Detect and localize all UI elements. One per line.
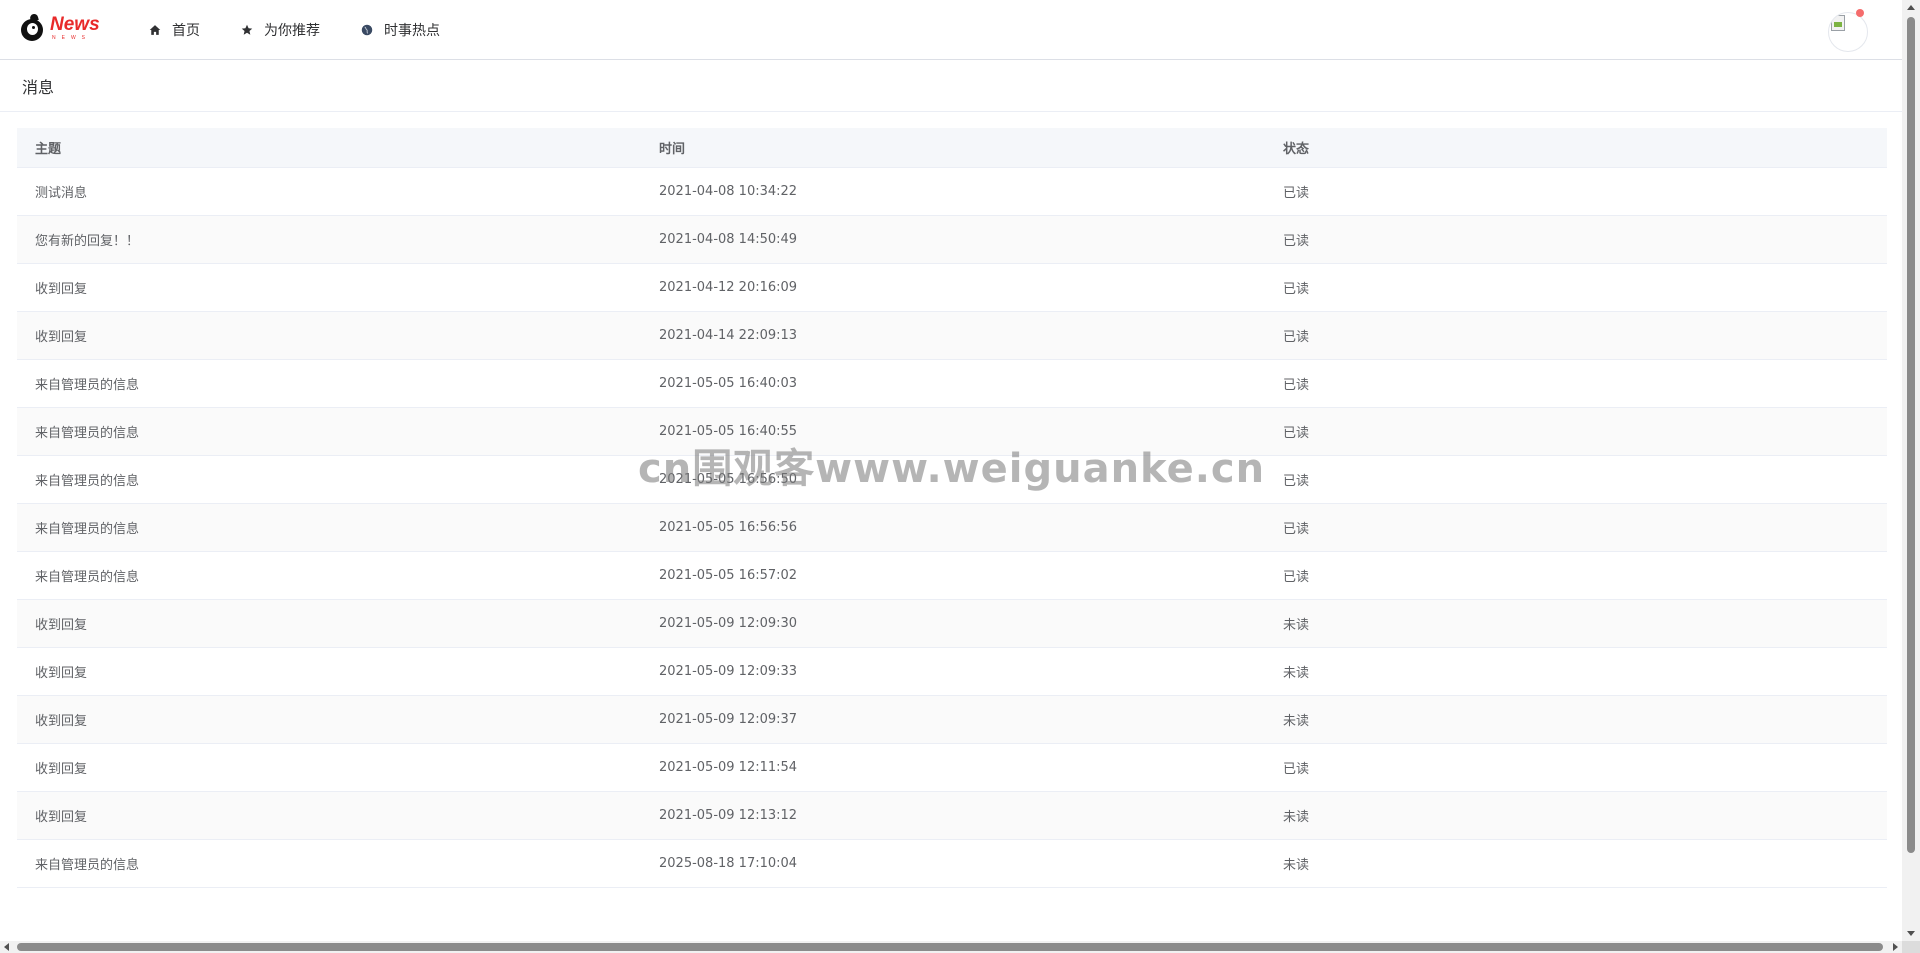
cell-time: 2021-04-08 10:34:22 [641, 167, 1265, 216]
cell-status: 已读 [1265, 263, 1887, 312]
cell-subject: 收到回复 [17, 311, 641, 360]
penguin-logo-icon [20, 13, 46, 42]
scroll-left-arrow-icon[interactable] [4, 943, 9, 951]
cell-subject: 测试消息 [17, 167, 641, 216]
home-icon [148, 23, 162, 37]
cell-time: 2025-08-18 17:10:04 [641, 839, 1265, 888]
table-row[interactable]: 收到回复 2021-04-14 22:09:13 已读 [17, 311, 1887, 360]
table-row[interactable]: 来自管理员的信息 2021-05-05 16:56:56 已读 [17, 503, 1887, 552]
main-nav: 首页 为你推荐 时事热点 [148, 0, 480, 60]
cell-status: 已读 [1265, 311, 1887, 360]
cell-status: 已读 [1265, 359, 1887, 408]
cell-status: 已读 [1265, 407, 1887, 456]
cell-subject: 收到回复 [17, 647, 641, 696]
messages-table: 主题 时间 状态 测试消息 2021-04-08 10:34:22 已读 您有新的回复… [17, 128, 1887, 888]
table-row[interactable]: 收到回复 2021-05-09 12:13:12 未读 [17, 791, 1887, 840]
column-header-status[interactable]: 状态 [1265, 128, 1887, 168]
table-row[interactable]: 您有新的回复！！ 2021-04-08 14:50:49 已读 [17, 215, 1887, 264]
cell-status: 已读 [1265, 167, 1887, 216]
cell-subject: 收到回复 [17, 263, 641, 312]
cell-status: 未读 [1265, 791, 1887, 840]
cell-subject: 来自管理员的信息 [17, 455, 641, 504]
scroll-up-arrow-icon[interactable] [1907, 5, 1915, 10]
cell-status: 未读 [1265, 647, 1887, 696]
horizontal-scrollbar[interactable] [0, 941, 1902, 953]
table-row[interactable]: 收到回复 2021-05-09 12:09:30 未读 [17, 599, 1887, 648]
cell-status: 未读 [1265, 599, 1887, 648]
nav-item-label: 首页 [172, 23, 200, 39]
vertical-scrollbar[interactable] [1902, 0, 1920, 941]
logo-title: News [50, 13, 100, 35]
cell-subject: 收到回复 [17, 743, 641, 792]
cell-time: 2021-05-05 16:57:02 [641, 551, 1265, 600]
cell-subject: 收到回复 [17, 599, 641, 648]
table-row[interactable]: 收到回复 2021-05-09 12:09:37 未读 [17, 695, 1887, 744]
cell-status: 已读 [1265, 503, 1887, 552]
vertical-scroll-thumb[interactable] [1907, 17, 1915, 853]
cell-time: 2021-05-09 12:09:30 [641, 599, 1265, 648]
table-row[interactable]: 来自管理员的信息 2021-05-05 16:40:03 已读 [17, 359, 1887, 408]
cell-time: 2021-05-09 12:13:12 [641, 791, 1265, 840]
cell-status: 未读 [1265, 695, 1887, 744]
cell-subject: 来自管理员的信息 [17, 839, 641, 888]
star-icon [240, 23, 254, 37]
cell-time: 2021-05-09 12:09:33 [641, 647, 1265, 696]
nav-item-label: 为你推荐 [264, 23, 320, 39]
table-header-row: 主题 时间 状态 [17, 128, 1887, 168]
cell-subject: 来自管理员的信息 [17, 407, 641, 456]
cell-subject: 来自管理员的信息 [17, 503, 641, 552]
column-header-time[interactable]: 时间 [641, 128, 1265, 168]
top-navbar: News NEWS 首页 为你推荐 时事热点 [0, 0, 1902, 60]
broken-image-icon [1831, 15, 1845, 31]
avatar[interactable] [1828, 12, 1868, 52]
cell-time: 2021-05-09 12:09:37 [641, 695, 1265, 744]
cell-status: 已读 [1265, 551, 1887, 600]
table-row[interactable]: 来自管理员的信息 2021-05-05 16:57:02 已读 [17, 551, 1887, 600]
table-row[interactable]: 来自管理员的信息 2021-05-05 16:40:55 已读 [17, 407, 1887, 456]
table-row[interactable]: 测试消息 2021-04-08 10:34:22 已读 [17, 167, 1887, 216]
scrollbar-corner [1902, 941, 1920, 953]
scroll-down-arrow-icon[interactable] [1907, 931, 1915, 936]
cell-subject: 来自管理员的信息 [17, 551, 641, 600]
notification-dot [1856, 9, 1864, 17]
nav-item-label: 时事热点 [384, 23, 440, 39]
cell-status: 已读 [1265, 455, 1887, 504]
logo-subtitle: NEWS [52, 34, 91, 41]
table-row[interactable]: 来自管理员的信息 2021-05-05 16:56:50 已读 [17, 455, 1887, 504]
cell-time: 2021-05-05 16:40:55 [641, 407, 1265, 456]
user-avatar-menu[interactable] [1828, 9, 1868, 52]
column-header-subject[interactable]: 主题 [17, 128, 641, 168]
cell-time: 2021-04-08 14:50:49 [641, 215, 1265, 264]
nav-item-hot-news[interactable]: 时事热点 [360, 20, 440, 40]
cell-time: 2021-05-05 16:56:50 [641, 455, 1265, 504]
cell-time: 2021-04-12 20:16:09 [641, 263, 1265, 312]
cell-time: 2021-05-05 16:40:03 [641, 359, 1265, 408]
table-row[interactable]: 收到回复 2021-05-09 12:09:33 未读 [17, 647, 1887, 696]
logo[interactable]: News NEWS [20, 10, 110, 46]
table-row[interactable]: 收到回复 2021-05-09 12:11:54 已读 [17, 743, 1887, 792]
globe-icon [360, 23, 374, 37]
table-row[interactable]: 来自管理员的信息 2025-08-18 17:10:04 未读 [17, 839, 1887, 888]
cell-time: 2021-05-05 16:56:56 [641, 503, 1265, 552]
cell-time: 2021-05-09 12:11:54 [641, 743, 1265, 792]
nav-item-recommend[interactable]: 为你推荐 [240, 20, 320, 40]
cell-subject: 您有新的回复！！ [17, 215, 641, 264]
horizontal-scroll-thumb[interactable] [17, 943, 1883, 951]
cell-status: 已读 [1265, 215, 1887, 264]
cell-status: 未读 [1265, 839, 1887, 888]
table-row[interactable]: 收到回复 2021-04-12 20:16:09 已读 [17, 263, 1887, 312]
scroll-right-arrow-icon[interactable] [1893, 943, 1898, 951]
page-title: 消息 [0, 61, 1902, 112]
cell-time: 2021-04-14 22:09:13 [641, 311, 1265, 360]
cell-subject: 来自管理员的信息 [17, 359, 641, 408]
cell-subject: 收到回复 [17, 695, 641, 744]
cell-subject: 收到回复 [17, 791, 641, 840]
cell-status: 已读 [1265, 743, 1887, 792]
nav-item-home[interactable]: 首页 [148, 20, 200, 40]
logo-text: News NEWS [50, 13, 100, 42]
